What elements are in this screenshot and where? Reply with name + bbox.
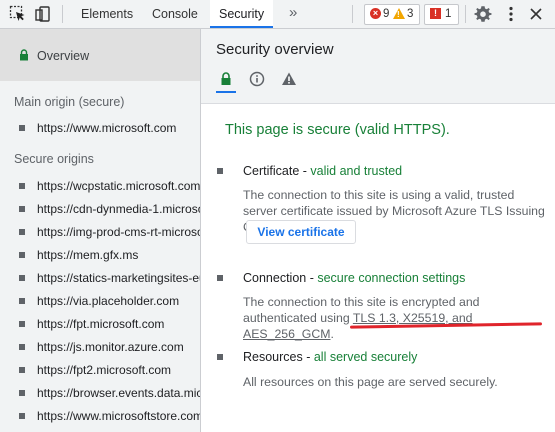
tab-console[interactable]: Console [152, 0, 198, 28]
connection-heading: Connection - secure connection settings [243, 271, 466, 285]
sidebar-item-origin[interactable]: https://www.microsoftstore.com [0, 407, 200, 425]
security-overview-panel: Security overview This page is secure (v… [201, 29, 555, 432]
sidebar-item-overview[interactable]: Overview [0, 29, 200, 81]
customize-devtools-icon[interactable] [502, 5, 520, 23]
close-icon[interactable] [527, 5, 545, 23]
issues-badge[interactable]: ! 1 [424, 4, 459, 25]
tab-elements[interactable]: Elements [81, 0, 133, 28]
sidebar-item-origin[interactable]: https://via.placeholder.com [0, 292, 200, 310]
connection-description: The connection to this site is encrypted… [243, 295, 480, 341]
sidebar-item-origin[interactable]: https://js.monitor.azure.com [0, 338, 200, 356]
warnings-count: 3 [407, 8, 414, 20]
origin-bullet-icon [19, 344, 25, 350]
issues-icon: ! [430, 8, 441, 19]
warning-triangle-icon[interactable] [279, 69, 299, 91]
tab-security[interactable]: Security [210, 0, 274, 28]
origin-bullet-icon [19, 321, 25, 327]
panel-header: Security overview [201, 29, 555, 104]
lock-icon [19, 49, 29, 64]
resources-heading: Resources - all served securely [243, 350, 418, 364]
origin-bullet-icon [19, 229, 25, 235]
sidebar-item-label: Overview [37, 49, 90, 63]
sidebar-item-main-origin[interactable]: https://www.microsoft.com [0, 119, 200, 137]
origin-bullet-icon [19, 275, 25, 281]
certificate-heading: Certificate - valid and trusted [243, 164, 403, 178]
resources-description: All resources on this page are served se… [243, 375, 498, 389]
view-certificate-button[interactable]: View certificate [246, 220, 356, 244]
sidebar-item-origin[interactable]: https://mem.gfx.ms [0, 246, 200, 264]
sidebar-item-origin[interactable]: https://cdn-dynmedia-1.microsoft.com [0, 200, 200, 218]
toolbar-divider [465, 5, 466, 23]
error-icon: × [370, 8, 381, 19]
toolbar-divider [352, 5, 353, 23]
certificate-bullet-icon [217, 168, 223, 174]
origin-bullet-icon [19, 298, 25, 304]
inspect-icon[interactable] [9, 5, 27, 23]
origin-bullet-icon [19, 125, 25, 131]
secure-origins-heading: Secure origins [14, 152, 94, 166]
origin-bullet-icon [19, 206, 25, 212]
connection-bullet-icon [217, 275, 223, 281]
lock-icon[interactable] [216, 69, 236, 93]
sidebar-item-origin[interactable]: https://wcpstatic.microsoft.com [0, 177, 200, 195]
sidebar-item-origin[interactable]: https://img-prod-cms-rt-microsoft.com [0, 223, 200, 241]
resources-bullet-icon [217, 354, 223, 360]
settings-icon[interactable] [474, 5, 492, 23]
errors-count: 9 [383, 8, 390, 20]
origin-bullet-icon [19, 183, 25, 189]
console-counts-badge[interactable]: × 9 ! 3 [364, 4, 420, 25]
origin-bullet-icon [19, 252, 25, 258]
origin-bullet-icon [19, 413, 25, 419]
sidebar-item-origin[interactable]: https://statics-marketingsites-eus [0, 269, 200, 287]
page-title: Security overview [216, 41, 334, 58]
origin-bullet-icon [19, 390, 25, 396]
sidebar-item-origin[interactable]: https://fpt.microsoft.com [0, 315, 200, 333]
issues-count: 1 [445, 8, 452, 20]
security-status: This page is secure (valid HTTPS). [225, 122, 450, 138]
devtools-toolbar: Elements Console Security » × 9 ! 3 ! 1 [0, 0, 555, 29]
toolbar-divider [62, 5, 63, 23]
sidebar-item-origin[interactable]: https://browser.events.data.microsoft.co… [0, 384, 200, 402]
security-sidebar: Overview Main origin (secure) https://ww… [0, 29, 201, 432]
more-tabs-button[interactable]: » [289, 0, 297, 28]
info-icon[interactable] [247, 69, 267, 91]
device-toolbar-icon[interactable] [34, 5, 52, 23]
main-origin-heading: Main origin (secure) [14, 95, 125, 109]
sidebar-item-origin[interactable]: https://fpt2.microsoft.com [0, 361, 200, 379]
origin-bullet-icon [19, 367, 25, 373]
warning-icon: ! [393, 8, 405, 19]
